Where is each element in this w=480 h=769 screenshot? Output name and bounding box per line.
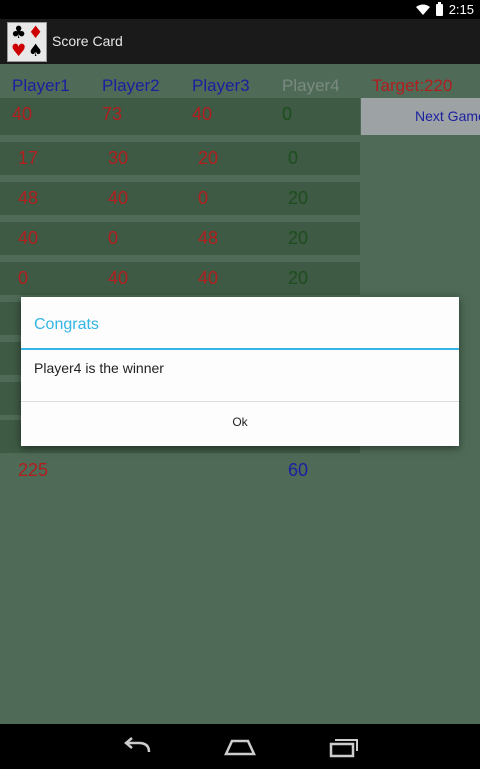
home-icon[interactable]	[223, 734, 257, 760]
ok-button[interactable]: Ok	[21, 402, 459, 446]
action-bar: ♣ ♦ ♥ ♠ Score Card	[0, 19, 480, 64]
cards-app-icon: ♣ ♦ ♥ ♠	[7, 22, 47, 62]
navigation-bar	[0, 724, 480, 769]
wifi-icon	[415, 4, 430, 15]
recent-apps-icon[interactable]	[326, 734, 360, 760]
dialog-title: Congrats	[34, 316, 99, 333]
app-title: Score Card	[52, 33, 123, 49]
status-time: 2:15	[448, 2, 474, 17]
winner-dialog: Congrats Player4 is the winner Ok	[21, 297, 459, 446]
battery-icon	[435, 1, 443, 16]
dialog-message: Player4 is the winner	[34, 360, 164, 376]
back-icon[interactable]	[121, 734, 155, 760]
dialog-title-divider	[21, 348, 459, 350]
status-bar: 2:15	[0, 0, 480, 19]
